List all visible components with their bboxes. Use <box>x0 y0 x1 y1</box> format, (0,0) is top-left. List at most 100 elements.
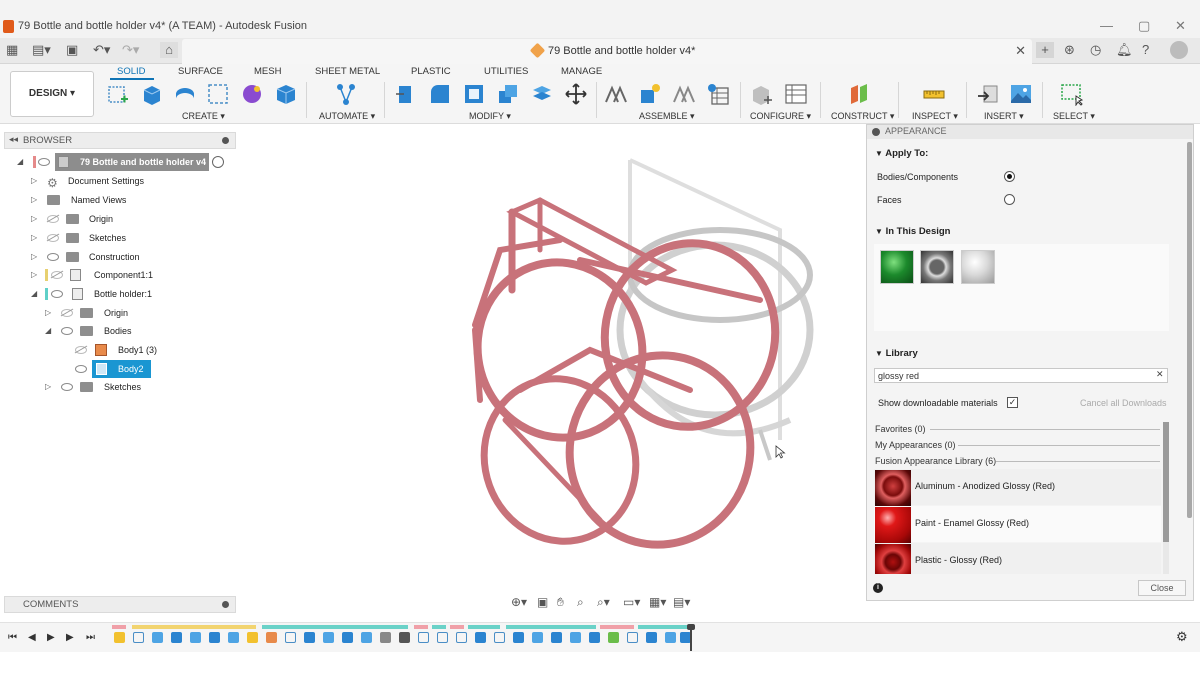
library-title[interactable]: ▼ Library <box>875 348 918 359</box>
timeline-feature-icon[interactable] <box>608 632 619 643</box>
bill-of-materials-icon[interactable] <box>706 82 730 106</box>
timeline-feature-icon[interactable] <box>380 632 391 643</box>
timeline-feature-icon[interactable] <box>114 632 125 643</box>
timeline-settings-gear-icon[interactable]: ⚙ <box>1176 629 1188 645</box>
timeline-feature-icon[interactable] <box>399 632 410 643</box>
expand-arrow-icon[interactable]: ▷ <box>45 378 51 396</box>
select-group-label[interactable]: SELECT ▾ <box>1053 111 1095 122</box>
appearance-collapse-icon[interactable] <box>872 128 880 136</box>
hidden-eye-icon[interactable] <box>47 215 59 223</box>
timeline-sketch-icon[interactable] <box>627 632 638 643</box>
box-icon[interactable] <box>274 82 298 106</box>
browser-panel-header[interactable]: ◂◂ BROWSER <box>4 132 236 149</box>
fusion-library-category[interactable]: Fusion Appearance Library (6) <box>875 456 996 466</box>
create-sketch-icon[interactable] <box>106 82 130 106</box>
expand-arrow-icon[interactable]: ▷ <box>31 191 37 209</box>
favorites-category[interactable]: Favorites (0) <box>875 424 926 434</box>
hidden-eye-icon[interactable] <box>61 309 73 317</box>
visibility-eye-icon[interactable] <box>75 365 87 373</box>
tab-document[interactable]: 79 Bottle and bottle holder v4* ✕ <box>182 39 1032 64</box>
apply-to-title[interactable]: ▼ Apply To: <box>875 148 928 159</box>
timeline-feature-icon[interactable] <box>532 632 543 643</box>
hidden-eye-icon[interactable] <box>75 346 87 354</box>
timeline-feature-icon[interactable] <box>589 632 600 643</box>
modify-group-label[interactable]: MODIFY ▾ <box>469 111 511 122</box>
apps-grid-icon[interactable]: ▦ <box>6 42 18 58</box>
timeline-feature-icon[interactable] <box>247 632 258 643</box>
visibility-eye-icon[interactable] <box>47 253 59 261</box>
expand-arrow-icon[interactable]: ▷ <box>31 229 37 247</box>
job-status-icon[interactable]: ◷ <box>1090 42 1101 58</box>
timeline-feature-icon[interactable] <box>475 632 486 643</box>
timeline-sketch-icon[interactable] <box>456 632 467 643</box>
faces-radio[interactable] <box>1004 194 1015 205</box>
timeline-marker-handle[interactable] <box>687 624 695 630</box>
close-button[interactable]: Close <box>1138 580 1186 596</box>
help-icon[interactable]: ? <box>1142 42 1149 58</box>
select-window-icon[interactable] <box>1060 82 1084 106</box>
extrude-icon[interactable] <box>140 82 164 106</box>
expand-arrow-icon[interactable]: ▷ <box>45 304 51 322</box>
move-copy-icon[interactable] <box>564 82 588 106</box>
joint-icon[interactable] <box>638 82 662 106</box>
timeline-feature-icon[interactable] <box>551 632 562 643</box>
offset-plane-icon[interactable] <box>847 82 871 106</box>
collapse-arrow-icon[interactable]: ◢ <box>17 153 23 171</box>
undo-icon[interactable]: ↶▾ <box>93 42 110 58</box>
insert-group-label[interactable]: INSERT ▾ <box>984 111 1024 122</box>
inspect-group-label[interactable]: INSPECT ▾ <box>912 111 958 122</box>
bodies-components-radio[interactable] <box>1004 171 1015 182</box>
timeline-feature-icon[interactable] <box>665 632 676 643</box>
press-pull-icon[interactable] <box>394 82 418 106</box>
expand-arrow-icon[interactable]: ▷ <box>31 210 37 228</box>
orbit-icon[interactable]: ⊕▾ <box>511 595 527 609</box>
timeline-feature-icon[interactable] <box>361 632 372 643</box>
timeline-feature-icon[interactable] <box>190 632 201 643</box>
timeline-feature-icon[interactable] <box>171 632 182 643</box>
tab-mesh[interactable]: MESH <box>254 66 281 77</box>
material-row[interactable]: Aluminum - Anodized Glossy (Red) <box>874 469 1161 506</box>
file-menu-icon[interactable]: ▤▾ <box>32 42 51 58</box>
go-to-end-icon[interactable]: ⏭ <box>86 632 95 643</box>
cancel-downloads-link[interactable]: Cancel all Downloads <box>1080 398 1167 408</box>
visibility-eye-icon[interactable] <box>61 327 73 335</box>
tree-root[interactable]: ◢ 79 Bottle and bottle holder v4 <box>0 153 236 171</box>
visibility-eye-icon[interactable] <box>51 290 63 298</box>
timeline-feature-icon[interactable] <box>342 632 353 643</box>
zoom-window-icon[interactable]: ⌕▾ <box>597 595 610 610</box>
pan-hand-icon[interactable]: ✋︎ <box>557 595 564 610</box>
viewports-icon[interactable]: ▤▾ <box>673 595 690 609</box>
timeline-feature-icon[interactable] <box>513 632 524 643</box>
panel-scrollbar-thumb[interactable] <box>1187 142 1192 518</box>
as-built-joint-icon[interactable] <box>672 82 696 106</box>
configure-group-label[interactable]: CONFIGURE ▾ <box>750 111 811 122</box>
close-window-button[interactable]: ✕ <box>1175 18 1186 34</box>
appearance-header[interactable]: APPEARANCE <box>867 125 1193 139</box>
notifications-icon[interactable]: 🔔︎ <box>1116 42 1133 58</box>
canvas-viewport[interactable] <box>236 124 866 594</box>
expand-arrow-icon[interactable]: ▷ <box>31 248 37 266</box>
sweep-icon[interactable] <box>206 82 230 106</box>
library-scrollbar-thumb[interactable] <box>1163 422 1169 542</box>
my-appearances-category[interactable]: My Appearances (0) <box>875 440 956 450</box>
insert-canvas-icon[interactable] <box>1009 82 1033 106</box>
user-avatar[interactable] <box>1170 41 1188 59</box>
timeline-feature-icon[interactable] <box>323 632 334 643</box>
visibility-eye-icon[interactable] <box>61 383 73 391</box>
configuration-table-icon[interactable] <box>784 82 808 106</box>
extensions-icon[interactable]: ⊛ <box>1064 42 1075 58</box>
assemble-group-label[interactable]: ASSEMBLE ▾ <box>639 111 695 122</box>
in-this-design-title[interactable]: ▼ In This Design <box>875 226 951 237</box>
expand-arrow-icon[interactable]: ▷ <box>31 172 37 190</box>
display-settings-icon[interactable]: ▭▾ <box>623 595 640 609</box>
visibility-eye-icon[interactable] <box>38 158 50 166</box>
comments-panel-header[interactable]: COMMENTS <box>4 596 236 613</box>
insert-derive-icon[interactable] <box>976 82 1000 106</box>
timeline-feature-icon[interactable] <box>304 632 315 643</box>
minimize-button[interactable]: — <box>1100 18 1113 33</box>
timeline-feature-icon[interactable] <box>152 632 163 643</box>
timeline-feature-icon[interactable] <box>209 632 220 643</box>
clear-search-icon[interactable]: ✕ <box>1156 369 1164 380</box>
configure-icon[interactable] <box>750 82 774 106</box>
new-tab-icon[interactable]: + <box>1036 42 1054 58</box>
